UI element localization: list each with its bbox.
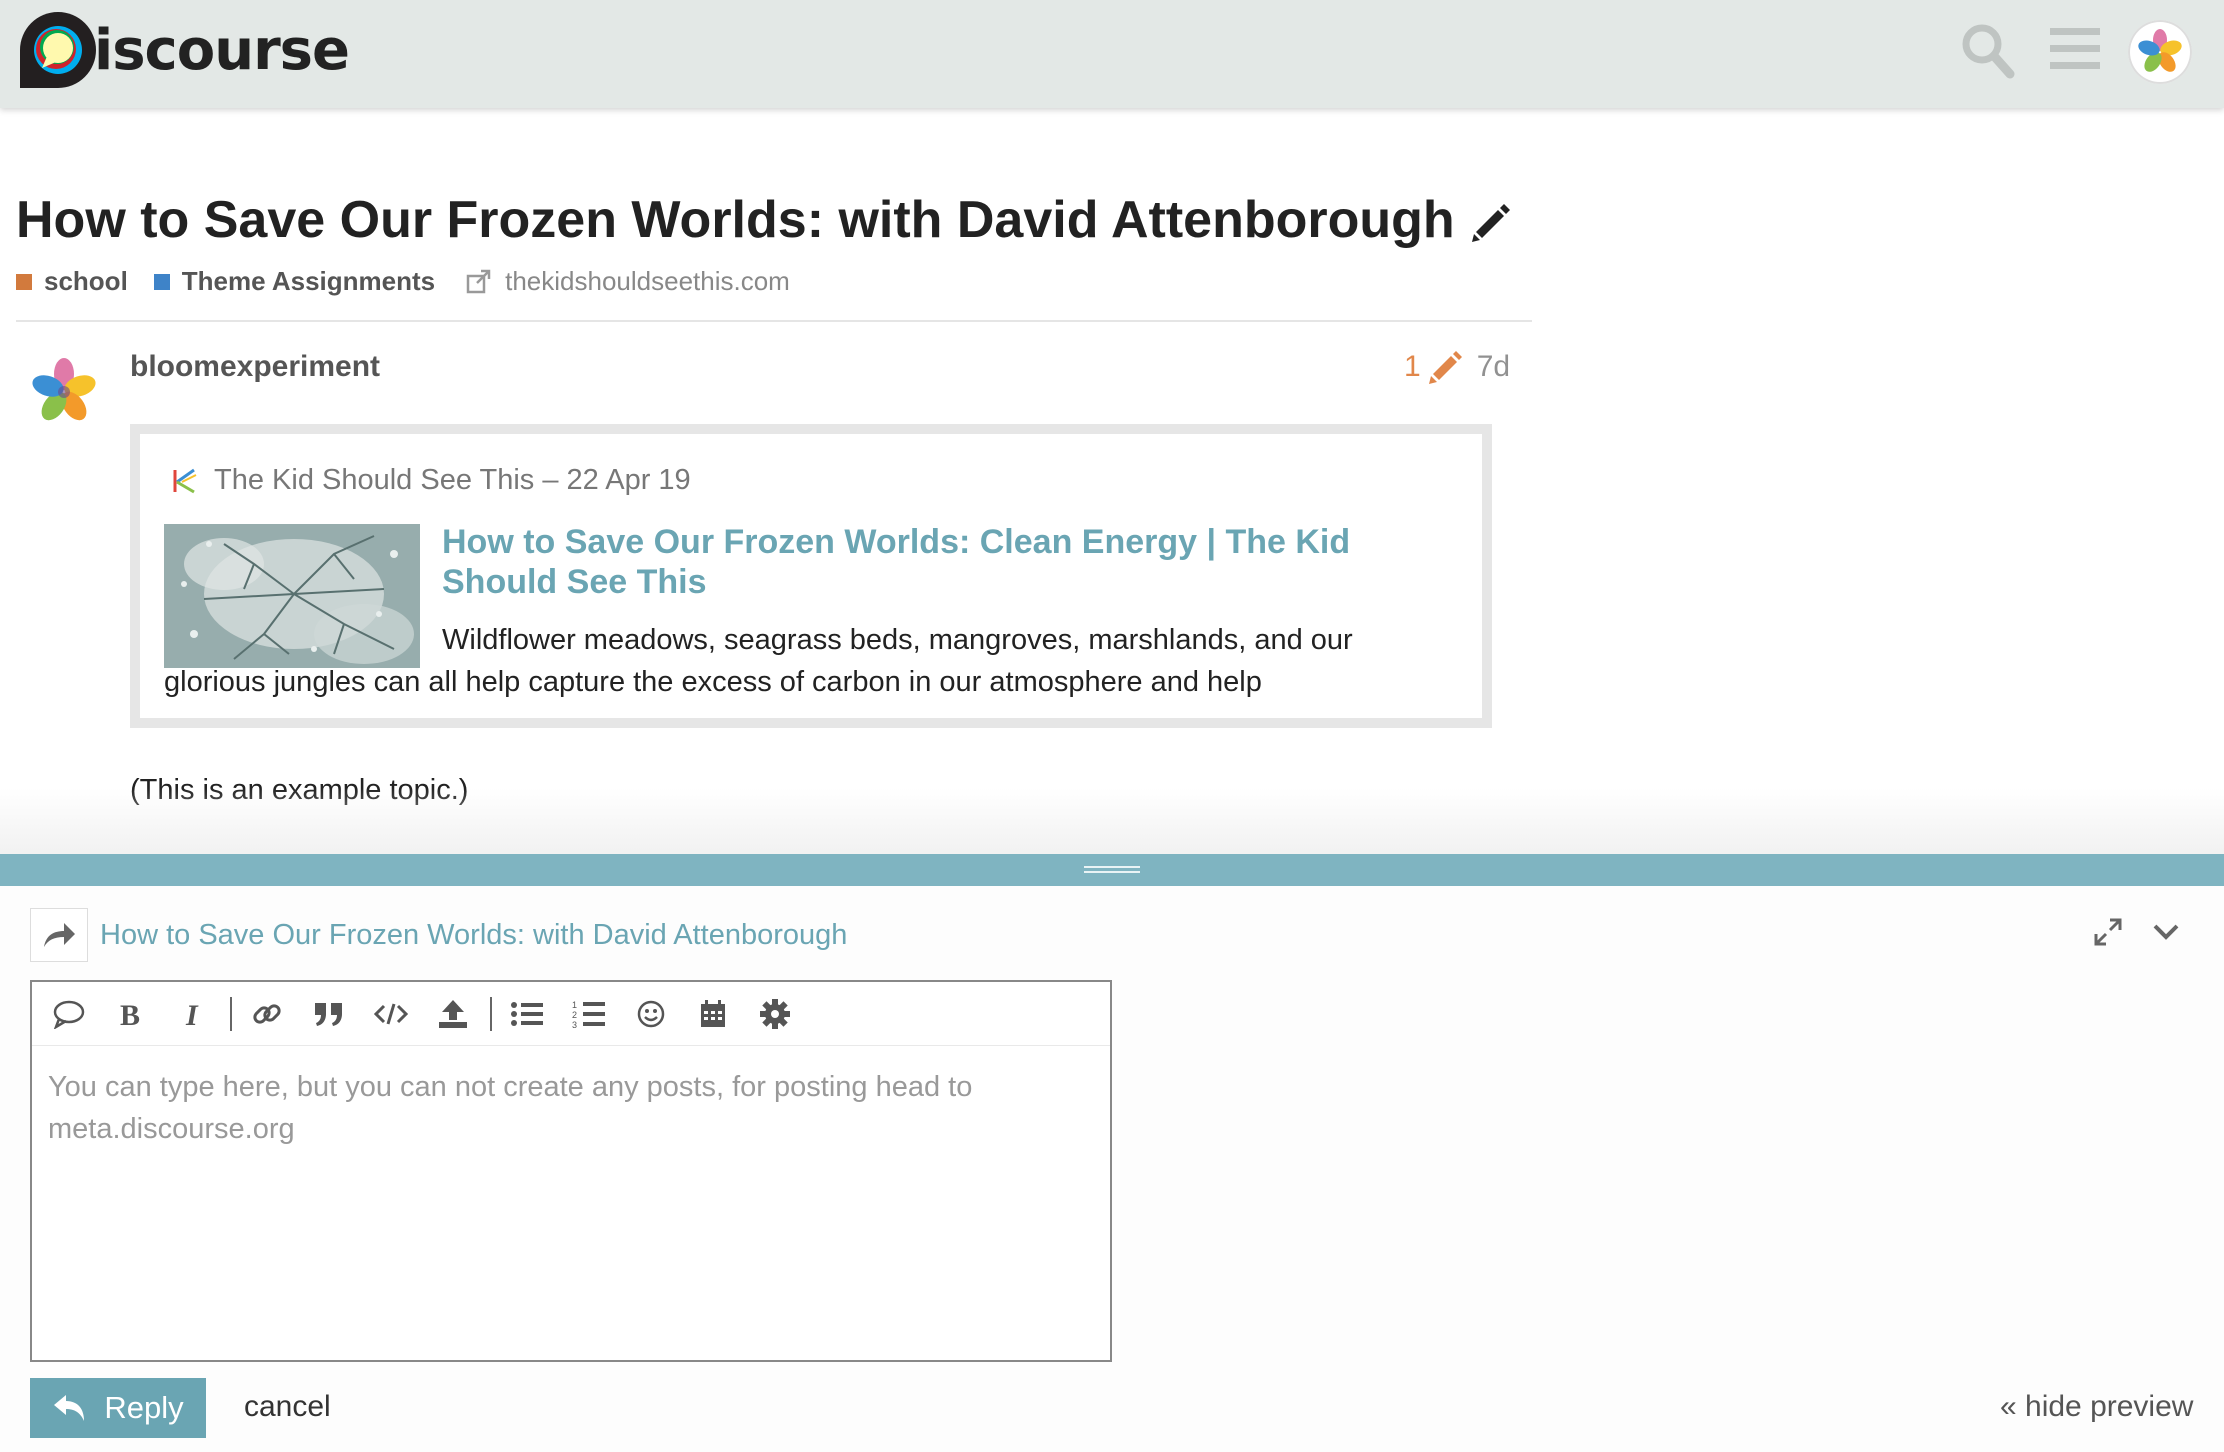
composer-editor: B I 123 <box>30 980 1112 1362</box>
edit-title-pencil-icon[interactable] <box>1470 200 1514 244</box>
link-icon <box>253 1003 281 1024</box>
smiley-icon <box>637 1000 665 1027</box>
search-icon[interactable] <box>1960 20 2016 80</box>
post-meta: 1 7d <box>1404 350 1510 384</box>
reply-button[interactable]: Reply <box>30 1378 206 1438</box>
options-button[interactable] <box>750 989 800 1039</box>
italic-button[interactable]: I <box>168 989 218 1039</box>
chevron-down-icon[interactable] <box>2150 916 2182 948</box>
onebox-description: Wildflower meadows, seagrass beds, mangr… <box>442 624 1353 656</box>
composer-action-button[interactable] <box>30 908 88 962</box>
quote-icon <box>315 1002 342 1026</box>
external-link-text: thekidshouldseethis.com <box>505 266 790 296</box>
onebox-description: glorious jungles can all help capture th… <box>164 666 1262 698</box>
site-favicon-icon <box>173 468 197 493</box>
composer-textarea[interactable] <box>48 1066 1088 1346</box>
svg-text:1: 1 <box>572 1000 577 1010</box>
insert-date-button[interactable] <box>688 989 738 1039</box>
composer-reply-to: How to Save Our Frozen Worlds: with Davi… <box>30 908 847 962</box>
numbered-list-icon: 123 <box>572 1000 605 1029</box>
post-edit-history[interactable]: 1 <box>1404 350 1463 384</box>
gear-icon <box>760 998 790 1029</box>
category-label: Theme Assignments <box>181 266 436 296</box>
code-button[interactable] <box>366 989 416 1039</box>
speech-bubble-icon <box>53 1000 85 1029</box>
link-button[interactable] <box>242 989 292 1039</box>
calendar-icon <box>701 999 725 1027</box>
reply-button-label: Reply <box>104 1390 184 1425</box>
bullet-list-icon <box>511 1001 543 1026</box>
toolbar-separator <box>230 996 232 1031</box>
topic-categories: school Theme Assignments thekidshouldsee… <box>16 266 790 297</box>
onebox-thumbnail-image[interactable] <box>164 524 420 668</box>
code-icon <box>374 1003 408 1024</box>
site-logo[interactable]: iscourse <box>18 10 350 90</box>
category-school[interactable]: school <box>16 266 128 297</box>
external-link-icon <box>466 269 491 293</box>
title-divider <box>16 320 1532 322</box>
post-fade-overlay <box>0 788 2224 854</box>
external-link[interactable]: thekidshouldseethis.com <box>465 266 790 297</box>
onebox-source-text: The Kid Should See This – 22 Apr 19 <box>214 464 691 496</box>
category-theme-assignments[interactable]: Theme Assignments <box>153 266 436 297</box>
quote-reply-button[interactable] <box>44 989 94 1039</box>
grip-handle-icon <box>1084 866 1140 873</box>
edit-count: 1 <box>1404 350 1421 383</box>
blockquote-button[interactable] <box>304 989 354 1039</box>
svg-text:I: I <box>185 999 199 1029</box>
reply-to-topic-title[interactable]: How to Save Our Frozen Worlds: with Davi… <box>100 919 847 952</box>
italic-icon: I <box>185 999 199 1029</box>
emoji-button[interactable] <box>626 989 676 1039</box>
svg-text:B: B <box>120 999 140 1029</box>
editor-toolbar: B I 123 <box>32 982 1110 1046</box>
category-swatch <box>153 273 170 290</box>
onebox-title-link[interactable]: How to Save Our Frozen Worlds: Clean Ene… <box>442 522 1422 602</box>
discourse-logo-icon <box>20 12 96 88</box>
hide-preview-link[interactable]: « hide preview <box>2000 1390 2193 1424</box>
hamburger-menu-icon[interactable] <box>2050 26 2100 72</box>
numbered-list-button[interactable]: 123 <box>564 989 614 1039</box>
share-arrow-icon <box>44 923 75 947</box>
bulleted-list-button[interactable] <box>502 989 552 1039</box>
site-header: iscourse <box>0 0 2224 108</box>
link-onebox: The Kid Should See This – 22 Apr 19 How … <box>130 424 1492 728</box>
onebox-source[interactable]: The Kid Should See This – 22 Apr 19 <box>170 464 691 497</box>
post-age[interactable]: 7d <box>1477 350 1510 384</box>
expand-fullscreen-icon[interactable] <box>2092 916 2124 948</box>
flower-avatar-icon <box>2138 29 2182 72</box>
post-username[interactable]: bloomexperiment <box>130 350 380 384</box>
bold-button[interactable]: B <box>106 989 156 1039</box>
composer-resize-grip[interactable] <box>0 854 2224 886</box>
user-avatar[interactable] <box>2128 20 2192 84</box>
composer-window-controls <box>2092 916 2182 948</box>
cancel-link[interactable]: cancel <box>244 1390 331 1424</box>
category-label: school <box>44 266 128 296</box>
upload-button[interactable] <box>428 989 478 1039</box>
reply-arrow-icon <box>54 1395 85 1421</box>
category-swatch <box>16 273 32 290</box>
logo-text: iscourse <box>94 17 350 83</box>
toolbar-separator <box>490 996 492 1031</box>
bold-icon: B <box>120 999 140 1029</box>
edit-pencil-icon <box>1428 351 1462 384</box>
svg-text:3: 3 <box>572 1020 577 1029</box>
post-author-avatar[interactable] <box>28 356 100 428</box>
upload-icon <box>439 999 467 1028</box>
topic-title[interactable]: How to Save Our Frozen Worlds: with Davi… <box>16 190 1455 250</box>
svg-text:2: 2 <box>572 1010 577 1020</box>
